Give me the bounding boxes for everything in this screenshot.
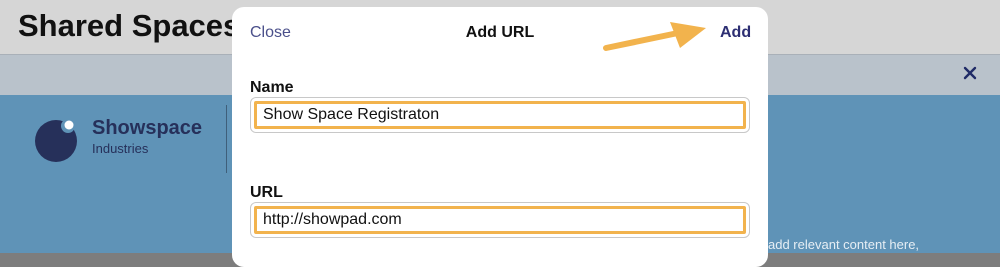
add-button[interactable]: Add	[720, 24, 751, 42]
name-input[interactable]: Show Space Registraton	[254, 101, 746, 129]
url-input[interactable]: http://showpad.com	[254, 206, 746, 234]
name-field[interactable]: Show Space Registraton	[250, 97, 750, 133]
brand-subtitle: Industries	[92, 141, 149, 156]
close-icon[interactable]	[961, 64, 979, 82]
url-field[interactable]: http://showpad.com	[250, 202, 750, 238]
url-label: URL	[250, 184, 283, 201]
arrow-icon	[603, 22, 706, 51]
divider	[226, 105, 227, 173]
name-label: Name	[250, 79, 294, 96]
page-title: Shared Spaces	[18, 8, 241, 43]
brand-name: Showspace	[92, 117, 203, 139]
showspace-logo-icon	[35, 119, 77, 162]
hero-text: add relevant content here,	[768, 237, 920, 252]
